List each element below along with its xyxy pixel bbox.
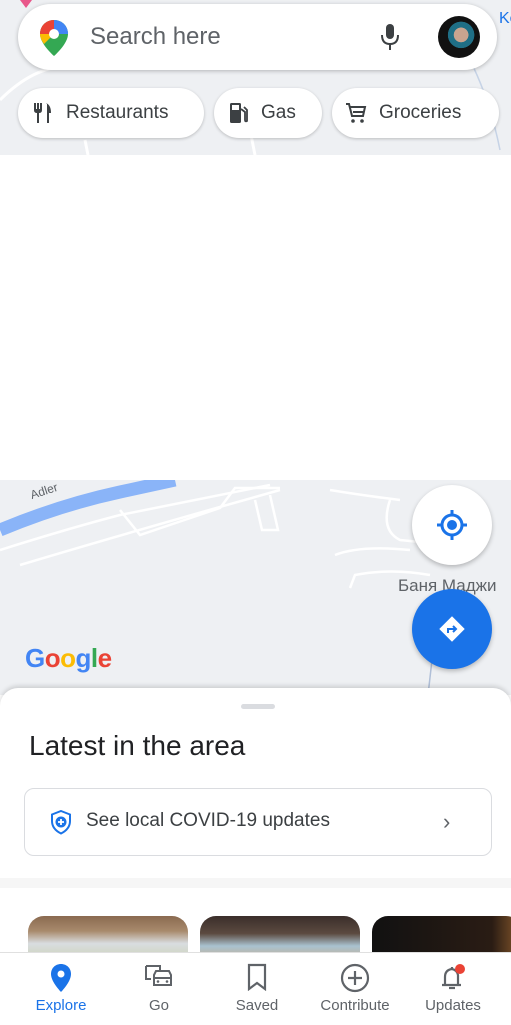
chip-groceries[interactable]: Groceries: [332, 88, 499, 138]
microphone-icon[interactable]: [378, 23, 402, 56]
commute-icon: [145, 965, 172, 986]
nav-label: Saved: [235, 997, 279, 1014]
chip-gas[interactable]: Gas: [214, 88, 322, 138]
covid-updates-card[interactable]: See local COVID-19 updates ›: [24, 788, 492, 856]
nav-explore[interactable]: Explore: [11, 953, 111, 1025]
nav-contribute[interactable]: Contribute: [305, 953, 405, 1025]
drag-handle[interactable]: [241, 704, 275, 709]
bookmark-icon: [247, 963, 267, 991]
directions-button[interactable]: [412, 589, 492, 669]
directions-icon: [439, 616, 465, 642]
covid-updates-label: See local COVID-19 updates: [86, 810, 330, 831]
search-input[interactable]: Search here: [90, 23, 221, 51]
map-loading-area: [0, 155, 511, 480]
bottom-sheet[interactable]: Latest in the area See local COVID-19 up…: [0, 688, 511, 966]
avatar[interactable]: [438, 16, 480, 58]
section-divider: [0, 878, 511, 888]
sheet-title: Latest in the area: [29, 730, 246, 761]
nav-go[interactable]: Go: [109, 953, 209, 1025]
chip-label: Groceries: [379, 102, 462, 123]
google-logo: Google: [25, 643, 112, 673]
cart-icon: [346, 103, 367, 123]
my-location-button[interactable]: [412, 485, 492, 565]
nav-label: Go: [148, 997, 169, 1014]
my-location-icon: [437, 510, 467, 540]
nav-label: Explore: [35, 997, 87, 1014]
chip-label: Restaurants: [66, 102, 169, 123]
chevron-right-icon: ›: [443, 809, 451, 834]
notification-badge: [455, 964, 465, 974]
add-circle-icon: [340, 963, 370, 993]
shield-icon: [51, 810, 71, 835]
bottom-navigation: Explore Go Saved Contribute Updates: [0, 952, 511, 1025]
restaurant-icon: [34, 103, 51, 123]
google-maps-logo-icon: [40, 20, 68, 61]
bell-icon: [442, 964, 465, 990]
gas-station-icon: [230, 103, 248, 123]
nav-updates[interactable]: Updates: [403, 953, 503, 1025]
chip-label: Gas: [261, 102, 296, 123]
search-bar[interactable]: Search here: [18, 4, 497, 70]
nav-saved[interactable]: Saved: [207, 953, 307, 1025]
chip-restaurants[interactable]: Restaurants: [18, 88, 204, 138]
map-label: Ke: [499, 10, 511, 27]
nav-label: Updates: [425, 997, 481, 1014]
nav-label: Contribute: [320, 997, 390, 1014]
explore-pin-icon: [51, 964, 71, 992]
